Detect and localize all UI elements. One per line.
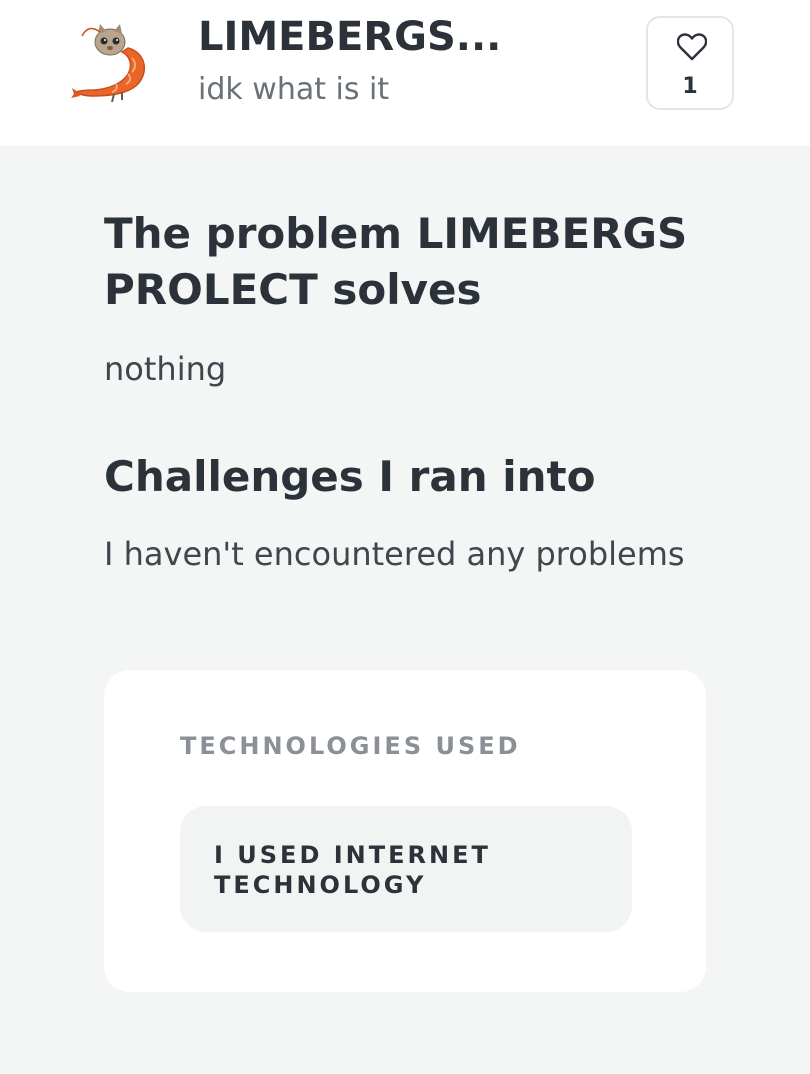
like-count: 1 <box>682 74 698 99</box>
challenges-body: I haven't encountered any problems <box>104 535 685 573</box>
technologies-label: TECHNOLOGIES USED <box>180 732 521 760</box>
technology-chip[interactable]: I USED INTERNET TECHNOLOGY <box>180 806 632 932</box>
problem-body: nothing <box>104 350 227 388</box>
shrimp-logo-icon <box>71 24 146 103</box>
technology-chip-label: I USED INTERNET TECHNOLOGY <box>214 841 491 899</box>
heart-icon <box>677 33 707 61</box>
challenges-heading: Challenges I ran into <box>104 452 596 501</box>
like-button[interactable]: 1 <box>646 16 734 110</box>
technologies-card: TECHNOLOGIES USED I USED INTERNET TECHNO… <box>104 670 706 992</box>
project-tagline: idk what is it <box>198 72 390 107</box>
project-title: LIMEBERGS... <box>198 14 502 60</box>
project-header: LIMEBERGS... idk what is it 1 <box>0 0 810 146</box>
problem-heading: The problem LIMEBERGS PROLECT solves <box>104 209 688 314</box>
